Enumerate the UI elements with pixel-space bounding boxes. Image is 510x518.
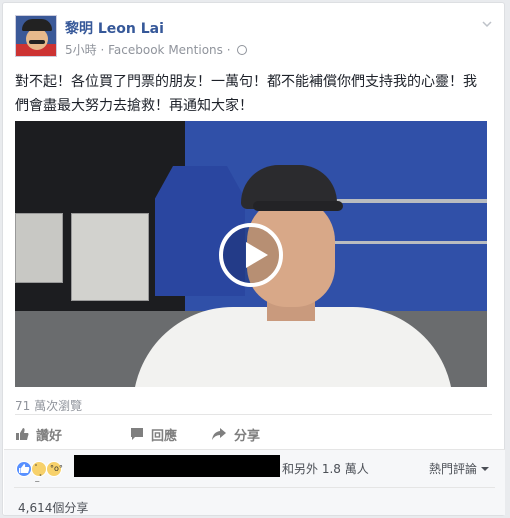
globe-icon — [237, 45, 248, 55]
like-icon — [16, 428, 29, 440]
post-source[interactable]: Facebook Mentions — [108, 43, 223, 57]
share-icon — [212, 428, 227, 440]
caret-down-icon — [481, 467, 489, 471]
like-label: 讚好 — [36, 428, 63, 444]
redacted-names — [74, 455, 280, 477]
avatar[interactable] — [15, 15, 57, 57]
like-reaction-icon — [16, 461, 32, 477]
comment-icon — [131, 428, 144, 440]
comment-button[interactable]: 回應 — [130, 421, 177, 447]
post-meta: 5小時 · Facebook Mentions · — [65, 41, 248, 58]
post-header: 黎明 Leon Lai 5小時 · Facebook Mentions · — [15, 13, 494, 61]
action-bar: 讚好 回應 分享 — [15, 421, 284, 447]
comment-label: 回應 — [151, 428, 178, 444]
divider — [4, 449, 505, 450]
share-label: 分享 — [234, 428, 261, 444]
post-card: 黎明 Leon Lai 5小時 · Facebook Mentions · 對不… — [2, 2, 505, 516]
divider — [15, 414, 492, 415]
reactions-bar: ﾟ_ﾟ °o° 和另外 1.8 萬人 熱門評論 4,614個分享 — [4, 449, 505, 515]
play-icon[interactable] — [219, 223, 283, 287]
author-name[interactable]: 黎明 Leon Lai — [65, 18, 164, 38]
video-player[interactable] — [15, 121, 487, 387]
divider — [14, 487, 495, 488]
chevron-down-icon[interactable] — [482, 19, 492, 29]
comment-sort-label: 熱門評論 — [428, 462, 477, 476]
post-text: 對不起！各位買了門票的朋友！一萬句！都不能補償你們支持我的心靈！我們會盡最大努力… — [15, 74, 477, 114]
meta-separator: · — [226, 43, 231, 57]
share-button[interactable]: 分享 — [211, 421, 260, 447]
wow-reaction-icon: °o° — [46, 461, 63, 477]
post-time[interactable]: 5小時 — [65, 43, 97, 57]
like-button[interactable]: 讚好 — [15, 421, 62, 447]
sad-reaction-icon: ﾟ_ﾟ — [31, 461, 47, 483]
view-count: 71 萬次瀏覽 — [15, 399, 83, 413]
reaction-icons[interactable]: ﾟ_ﾟ °o° — [16, 461, 63, 483]
comment-sort-dropdown[interactable]: 熱門評論 — [429, 460, 489, 477]
share-count[interactable]: 4,614個分享 — [18, 499, 88, 516]
meta-separator: · — [100, 43, 105, 57]
reaction-count[interactable]: 和另外 1.8 萬人 — [282, 460, 369, 477]
